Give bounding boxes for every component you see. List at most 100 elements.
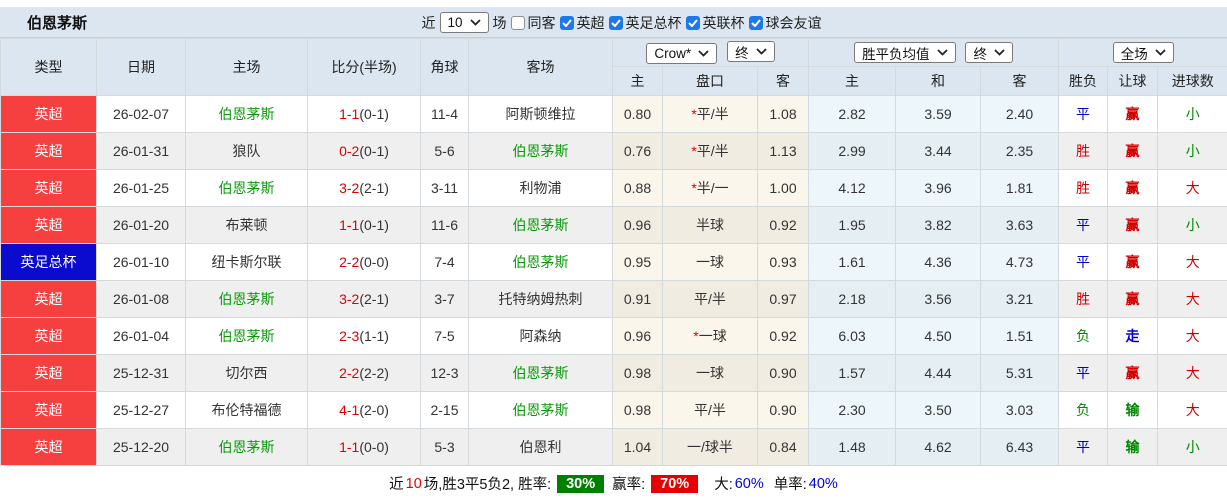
- result-handicap: 输: [1107, 391, 1159, 429]
- premier-checkbox[interactable]: [559, 15, 574, 30]
- result-wdl: 平: [1058, 243, 1109, 281]
- avg-draw-value: 3.96: [895, 169, 982, 207]
- footer-summary-text: 场,胜3平5负2, 胜率:: [423, 477, 552, 493]
- full-time-score: 2-3: [339, 328, 360, 344]
- odds-home-value: 1.04: [612, 428, 663, 466]
- handicap-cell: 平/半: [662, 280, 758, 318]
- result-handicap: 赢: [1107, 132, 1159, 170]
- fa-cup-checkbox[interactable]: [608, 15, 623, 30]
- home-team-link[interactable]: 纽卡斯尔联: [185, 243, 308, 281]
- odds-away-value: 0.93: [756, 243, 810, 281]
- home-team-link[interactable]: 布莱顿: [185, 206, 308, 244]
- home-team-link[interactable]: 布伦特福德: [185, 391, 308, 429]
- friendly-checkbox[interactable]: [748, 15, 763, 30]
- half-time-score: (2-1): [359, 180, 389, 196]
- match-date: 25-12-20: [96, 428, 186, 466]
- result-goals: 大: [1157, 280, 1227, 318]
- sub-header-handicap: 盘口: [662, 66, 758, 96]
- match-history-panel: 伯恩茅斯 近 10 场 同客 英超 英足总杯 英联杯 球会友谊 类型 日期 主场…: [0, 0, 1227, 501]
- away-team-link[interactable]: 伯恩茅斯: [468, 391, 613, 429]
- odds-select-group: Crow* 终: [611, 38, 810, 67]
- home-team-link[interactable]: 伯恩茅斯: [185, 280, 308, 318]
- league-badge: 英超: [0, 132, 97, 170]
- avg-type-select[interactable]: 胜平负均值: [854, 42, 956, 63]
- sub-header-avg-draw: 和: [895, 66, 982, 96]
- odds-away-value: 1.13: [756, 132, 810, 170]
- away-team-link[interactable]: 托特纳姆热刺: [468, 280, 613, 318]
- odds-home-value: 0.88: [612, 169, 663, 207]
- away-team-link[interactable]: 阿森纳: [468, 317, 613, 355]
- avg-away-value: 3.03: [980, 391, 1060, 429]
- result-wdl: 平: [1058, 206, 1109, 244]
- result-goals: 大: [1157, 243, 1227, 281]
- league-filter-efl-cup[interactable]: 英联杯: [685, 13, 745, 33]
- odds-final-select[interactable]: 终: [727, 41, 775, 63]
- home-team-link[interactable]: 伯恩茅斯: [185, 169, 308, 207]
- odds-company-select[interactable]: Crow*: [646, 42, 718, 64]
- sub-header-odds-away: 客: [756, 66, 810, 96]
- efl-cup-checkbox[interactable]: [685, 15, 700, 30]
- result-scope-value: 全场: [1120, 46, 1148, 62]
- avg-final-select[interactable]: 终: [965, 42, 1013, 63]
- away-team-link[interactable]: 伯恩利: [468, 428, 613, 466]
- avg-home-value: 6.03: [808, 317, 897, 355]
- same-away-filter[interactable]: 同客: [510, 13, 556, 33]
- home-team-link[interactable]: 狼队: [185, 132, 308, 170]
- result-handicap: 赢: [1107, 206, 1159, 244]
- league-badge: 英足总杯: [0, 243, 97, 281]
- matches-label: 场: [492, 14, 507, 31]
- result-wdl: 负: [1058, 391, 1109, 429]
- league-filter-friendly[interactable]: 球会友谊: [748, 13, 822, 33]
- away-team-link[interactable]: 阿斯顿维拉: [468, 95, 613, 133]
- league-badge: 英超: [0, 354, 97, 392]
- single-rate-value: 40%: [808, 475, 838, 492]
- away-team-link[interactable]: 伯恩茅斯: [468, 206, 613, 244]
- home-team-link[interactable]: 伯恩茅斯: [185, 95, 308, 133]
- result-select-group: 全场: [1058, 38, 1227, 67]
- result-wdl: 胜: [1058, 169, 1109, 207]
- sub-header-let-ball: 让球: [1107, 66, 1159, 96]
- league-badge: 英超: [0, 317, 97, 355]
- away-team-link[interactable]: 伯恩茅斯: [468, 132, 613, 170]
- match-date: 25-12-31: [96, 354, 186, 392]
- handicap-cell: 一/球半: [662, 428, 758, 466]
- avg-home-value: 2.18: [808, 280, 897, 318]
- home-team-link[interactable]: 切尔西: [185, 354, 308, 392]
- corner-count: 3-7: [420, 280, 469, 318]
- handicap-cell: *半/一: [662, 169, 758, 207]
- friendly-label: 球会友谊: [765, 14, 822, 31]
- same-away-checkbox[interactable]: [510, 15, 525, 30]
- avg-home-value: 2.99: [808, 132, 897, 170]
- corner-count: 11-6: [420, 206, 469, 244]
- league-filter-fa-cup[interactable]: 英足总杯: [608, 13, 682, 33]
- match-count-select[interactable]: 10: [439, 12, 489, 33]
- handicap-value: 平/半: [696, 143, 729, 159]
- full-time-score: 4-1: [339, 402, 360, 418]
- home-team-link[interactable]: 伯恩茅斯: [185, 317, 308, 355]
- away-team-link[interactable]: 伯恩茅斯: [468, 354, 613, 392]
- away-team-link[interactable]: 利物浦: [468, 169, 613, 207]
- corner-count: 5-6: [420, 132, 469, 170]
- odds-away-value: 0.84: [756, 428, 810, 466]
- handicap-value: 一球: [696, 254, 724, 270]
- result-handicap: 输: [1107, 428, 1159, 466]
- result-scope-select[interactable]: 全场: [1112, 42, 1174, 63]
- col-header-home: 主场: [185, 38, 308, 96]
- odds-home-value: 0.91: [612, 280, 663, 318]
- chevron-down-icon: [755, 48, 767, 56]
- top-strip: [0, 0, 1227, 8]
- corner-count: 3-11: [420, 169, 469, 207]
- home-team-link[interactable]: 伯恩茅斯: [185, 428, 308, 466]
- corner-count: 7-4: [420, 243, 469, 281]
- odds-home-value: 0.98: [612, 354, 663, 392]
- avg-away-value: 2.35: [980, 132, 1060, 170]
- avg-draw-value: 3.56: [895, 280, 982, 318]
- chevron-down-icon: [698, 50, 709, 57]
- avg-draw-value: 3.59: [895, 95, 982, 133]
- away-team-link[interactable]: 伯恩茅斯: [468, 243, 613, 281]
- odds-away-value: 0.92: [756, 317, 810, 355]
- match-row: 英足总杯 26-01-10 纽卡斯尔联 2-2(0-0) 7-4 伯恩茅斯 0.…: [0, 243, 1227, 281]
- score-cell: 2-3(1-1): [307, 317, 421, 355]
- league-filter-premier[interactable]: 英超: [559, 13, 605, 33]
- match-date: 26-01-08: [96, 280, 186, 318]
